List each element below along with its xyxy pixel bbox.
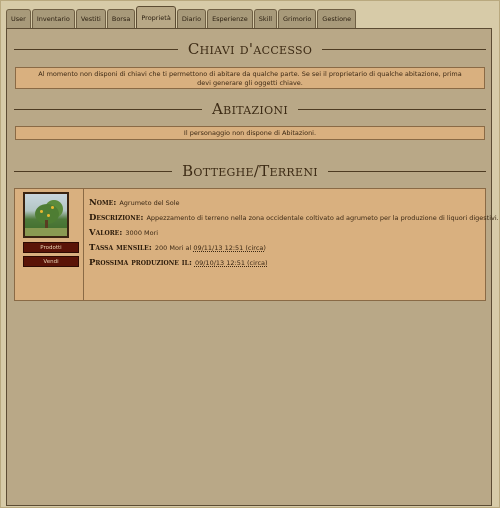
orange-tree-photo (23, 192, 69, 238)
section-title: Abitazioni (212, 100, 288, 118)
divider (14, 170, 173, 172)
field-label: Descrizione: (89, 212, 144, 223)
fruit (51, 206, 54, 209)
homes-notice: Il personaggio non dispone di Abitazioni… (15, 126, 485, 140)
tax-amount: 200 Mori al (154, 243, 192, 252)
tab-inventario[interactable]: Inventario (31, 9, 75, 28)
properties-panel: Chiavi d'accesso Al momento non disponi … (6, 28, 499, 506)
field-label: Tassa mensile: (89, 242, 152, 253)
field-label: Valore: (89, 227, 123, 238)
shop-details: Nome: Agrumeto del Sole Descrizione: App… (89, 195, 499, 270)
shop-tax-row: Tassa mensile: 200 Mori al 09/11/13 12:5… (89, 240, 481, 255)
section-heading-homes: Abitazioni (14, 98, 487, 120)
products-button[interactable]: Prodotti (23, 242, 79, 253)
shop-description-row: Descrizione: Appezzamento di terreno nel… (89, 210, 499, 225)
tab-grimorio[interactable]: Grimorio (278, 9, 317, 28)
shop-value-row: Valore: 3000 Mori (89, 225, 481, 240)
divider (327, 170, 486, 172)
keys-notice: Al momento non disponi di chiavi che ti … (15, 67, 485, 89)
section-heading-shops: Botteghe/Terreni (14, 160, 486, 182)
field-label: Prossima produzione il: (89, 257, 192, 268)
divider (14, 48, 178, 50)
sell-button[interactable]: Vendi (23, 256, 79, 267)
tab-borsa[interactable]: Borsa (106, 9, 136, 28)
tab-vestiti[interactable]: Vestiti (75, 9, 106, 28)
shop-production-row: Prossima produzione il: 09/10/13 12:51 (… (89, 255, 481, 270)
shop-card: Prodotti Vendi Nome: Agrumeto del Sole D… (14, 188, 499, 301)
tab-diario[interactable]: Diario (176, 9, 207, 28)
section-heading-keys: Chiavi d'accesso (14, 38, 487, 60)
section-title: Botteghe/Terreni (182, 162, 318, 180)
production-date: 09/10/13 12:51 (circa) (194, 258, 268, 267)
shop-description: Appezzamento di terreno nella zona occid… (146, 213, 499, 222)
tab-skill[interactable]: Skill (253, 9, 278, 28)
shop-value: 3000 Mori (125, 228, 159, 237)
tab-esperienze[interactable]: Esperienze (207, 9, 253, 28)
divider (14, 108, 203, 110)
tab-proprieta[interactable]: Proprietà (136, 6, 176, 28)
shop-image-column: Prodotti Vendi (15, 189, 84, 300)
shop-name-row: Nome: Agrumeto del Sole (89, 195, 481, 210)
section-title: Chiavi d'accesso (187, 40, 313, 58)
tab-gestione[interactable]: Gestione (317, 9, 357, 28)
fruit (40, 210, 43, 213)
divider (297, 108, 487, 110)
shop-name: Agrumeto del Sole (119, 198, 180, 207)
tab-user[interactable]: User (6, 9, 31, 28)
fruit (47, 214, 50, 217)
field-label: Nome: (89, 197, 117, 208)
profile-window: User Inventario Vestiti Borsa Proprietà … (0, 0, 500, 508)
divider (322, 48, 487, 50)
tax-date: 09/11/13 12:51 (circa) (193, 243, 266, 252)
tab-bar: User Inventario Vestiti Borsa Proprietà … (6, 6, 357, 28)
ground (25, 228, 67, 236)
